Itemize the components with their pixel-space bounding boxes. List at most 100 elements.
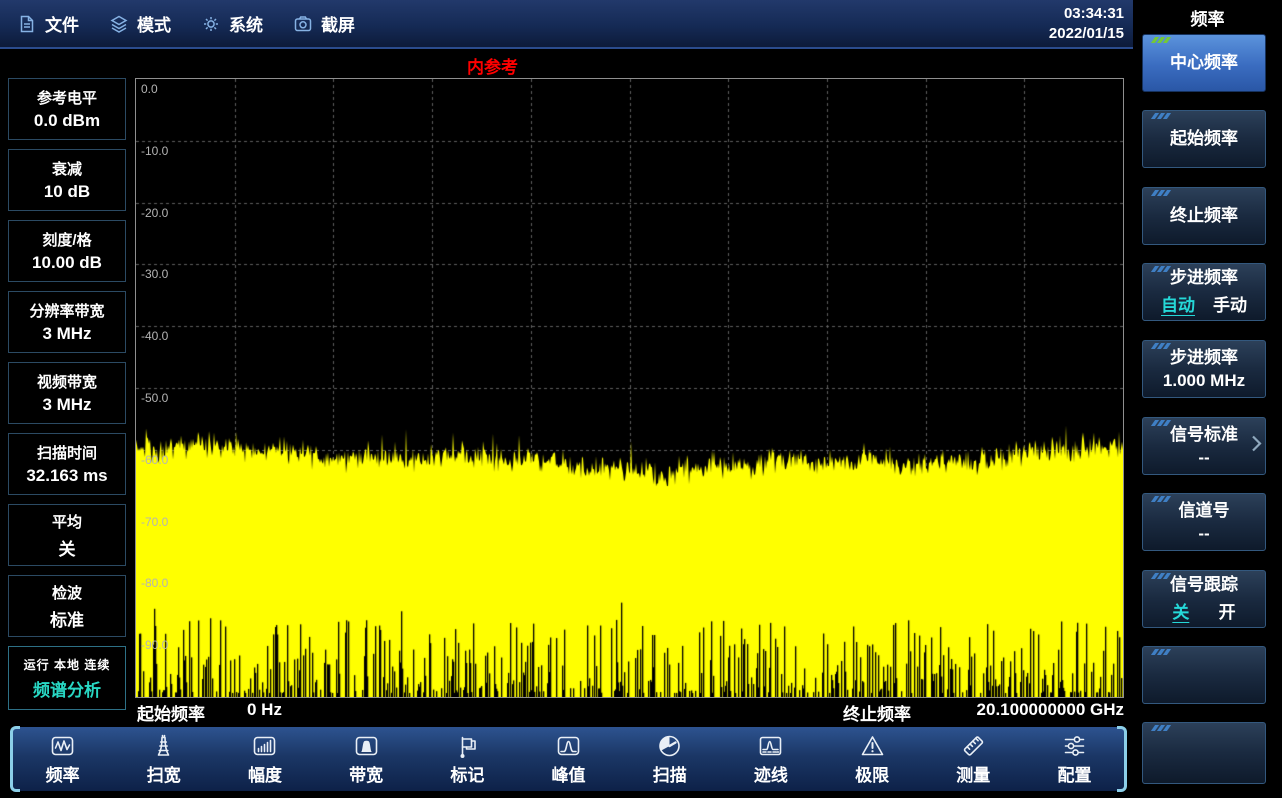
active-indicator-icon [1153, 37, 1169, 43]
bandwidth-icon [353, 733, 380, 759]
vbw-label: 视频带宽 [37, 371, 97, 392]
start-frequency-button-label: 起始频率 [1170, 129, 1238, 149]
ytick-50: -50.0 [141, 391, 168, 405]
step-frequency-value-button[interactable]: 步进频率 1.000 MHz [1142, 340, 1266, 398]
toolbar-trace[interactable]: 迹线 [720, 727, 821, 791]
menu-mode-label: 模式 [137, 11, 171, 36]
average-box[interactable]: 平均 关 [8, 504, 126, 566]
center-frequency-button[interactable]: 中心频率 [1142, 34, 1266, 92]
toolbar-config-label: 配置 [1057, 761, 1091, 786]
ytick-80: -80.0 [141, 576, 168, 590]
tracking-off-option[interactable]: 关 [1172, 598, 1189, 623]
toolbar-trace-label: 迹线 [754, 761, 788, 786]
peak-icon [555, 733, 582, 759]
ytick-60: -60.0 [141, 453, 168, 467]
toolbar-amplitude-label: 幅度 [248, 761, 282, 786]
start-frequency-value: 0 Hz [247, 700, 282, 720]
ref-level-box[interactable]: 参考电平 0.0 dBm [8, 78, 126, 140]
toolbar-limit[interactable]: 极限 [822, 727, 923, 791]
signal-tracking-button[interactable]: 信号跟踪 关 开 [1142, 570, 1266, 628]
ytick-40: -40.0 [141, 329, 168, 343]
measure-icon [960, 733, 987, 759]
vbw-box[interactable]: 视频带宽 3 MHz [8, 362, 126, 424]
config-icon [1061, 733, 1088, 759]
amplitude-icon [251, 733, 278, 759]
sweep-time-box[interactable]: 扫描时间 32.163 ms [8, 433, 126, 495]
toolbar-measure[interactable]: 测量 [923, 727, 1024, 791]
menu-system[interactable]: 系统 [201, 11, 263, 36]
signal-standard-label: 信号标准 [1170, 425, 1238, 445]
ytick-90: -90.0 [141, 638, 168, 652]
detector-value: 标准 [50, 606, 84, 631]
signal-standard-value: -- [1198, 448, 1209, 468]
menu-screenshot-label: 截屏 [321, 11, 355, 36]
ytick-0: 0.0 [141, 82, 158, 96]
ytick-20: -20.0 [141, 206, 168, 220]
rbw-box[interactable]: 分辨率带宽 3 MHz [8, 291, 126, 353]
frequency-status-line: 起始频率 0 Hz 终止频率 20.100000000 GHz [135, 700, 1124, 722]
toolbar-right-bracket [1117, 726, 1127, 792]
toolbar-span[interactable]: 扫宽 [113, 727, 214, 791]
attenuation-box[interactable]: 衰减 10 dB [8, 149, 126, 211]
attenuation-value: 10 dB [44, 182, 90, 202]
menu-file-label: 文件 [45, 11, 79, 36]
layers-icon [109, 14, 129, 34]
menu-mode[interactable]: 模式 [109, 11, 171, 36]
sweep-time-value: 32.163 ms [26, 466, 107, 486]
empty-softkey-button-2[interactable] [1142, 722, 1266, 784]
rbw-label: 分辨率带宽 [29, 300, 104, 321]
toolbar-sweep-label: 扫描 [653, 761, 687, 786]
button-indicator-icon [1153, 496, 1169, 502]
spectrum-canvas [136, 79, 1123, 697]
right-softkey-panel: 频率 中心频率 起始频率 终止频率 步进频率 自动 手动 步进频率 1.000 … [1133, 0, 1282, 798]
toolbar-left-bracket [10, 726, 20, 792]
toolbar-peak-label: 峰值 [552, 761, 586, 786]
start-frequency-label: 起始频率 [137, 700, 205, 725]
top-menu-bar: 文件 模式 系统 截屏 03:34:31 2022/01/15 [0, 0, 1133, 49]
stop-frequency-button-label: 终止频率 [1170, 206, 1238, 226]
date-text: 2022/01/15 [1049, 24, 1124, 44]
toolbar-measure-label: 测量 [956, 761, 990, 786]
signal-standard-button[interactable]: 信号标准 -- [1142, 417, 1266, 475]
ytick-10: -10.0 [141, 144, 168, 158]
start-frequency-button[interactable]: 起始频率 [1142, 110, 1266, 168]
limit-icon [859, 733, 886, 759]
toolbar-span-label: 扫宽 [147, 761, 181, 786]
toolbar-amplitude[interactable]: 幅度 [214, 727, 315, 791]
channel-number-button[interactable]: 信道号 -- [1142, 493, 1266, 551]
menu-system-label: 系统 [229, 11, 263, 36]
button-indicator-icon [1153, 190, 1169, 196]
chevron-right-icon [1251, 434, 1262, 459]
ytick-70: -70.0 [141, 515, 168, 529]
toolbar-peak[interactable]: 峰值 [518, 727, 619, 791]
screenshot-icon [293, 14, 313, 34]
toolbar-sweep[interactable]: 扫描 [619, 727, 720, 791]
sweep-time-label: 扫描时间 [37, 442, 97, 463]
toolbar-marker[interactable]: 标记 [417, 727, 518, 791]
step-manual-option[interactable]: 手动 [1213, 291, 1247, 316]
step-frequency-value: 1.000 MHz [1163, 371, 1245, 391]
scale-div-box[interactable]: 刻度/格 10.00 dB [8, 220, 126, 282]
toolbar-config[interactable]: 配置 [1024, 727, 1125, 791]
empty-softkey-button-1[interactable] [1142, 646, 1266, 704]
main-toolbar: 频率 扫宽 幅度 带宽 标记 峰值 扫描 迹线 极限 测量 配置 [12, 727, 1125, 791]
button-indicator-icon [1153, 420, 1169, 426]
center-frequency-label: 中心频率 [1170, 53, 1238, 73]
step-frequency-value-label: 步进频率 [1170, 348, 1238, 368]
time-text: 03:34:31 [1049, 4, 1124, 24]
step-frequency-mode-button[interactable]: 步进频率 自动 手动 [1142, 263, 1266, 321]
menu-screenshot[interactable]: 截屏 [293, 11, 355, 36]
toolbar-limit-label: 极限 [855, 761, 889, 786]
toolbar-bandwidth[interactable]: 带宽 [316, 727, 417, 791]
tracking-on-option[interactable]: 开 [1219, 598, 1236, 623]
step-auto-option[interactable]: 自动 [1161, 291, 1195, 316]
detector-box[interactable]: 检波 标准 [8, 575, 126, 637]
menu-file[interactable]: 文件 [17, 11, 79, 36]
stop-frequency-button[interactable]: 终止频率 [1142, 187, 1266, 245]
analysis-mode-text: 频谱分析 [33, 676, 101, 701]
run-status-box: 运行 本地 连续 频谱分析 [8, 646, 126, 710]
panel-title: 频率 [1133, 0, 1282, 30]
toolbar-frequency[interactable]: 频率 [12, 727, 113, 791]
toolbar-marker-label: 标记 [450, 761, 484, 786]
average-value: 关 [59, 535, 76, 560]
